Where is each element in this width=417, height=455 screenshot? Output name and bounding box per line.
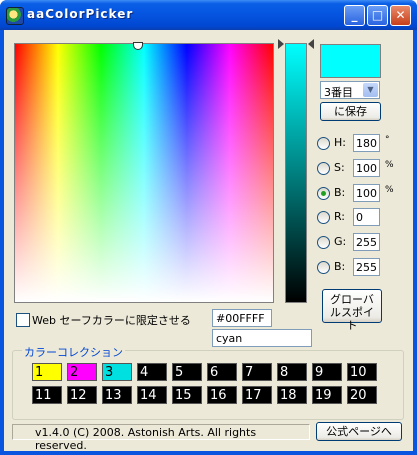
status-bar: v1.4.0 (C) 2008. Astonish Arts. All righ… bbox=[12, 424, 310, 452]
collection-slot[interactable]: 19 bbox=[312, 386, 342, 404]
collection-slot[interactable]: 13 bbox=[102, 386, 132, 404]
collection-slot[interactable]: 6 bbox=[207, 363, 237, 381]
collection-slot[interactable]: 20 bbox=[347, 386, 377, 404]
chevron-down-icon[interactable]: ▼ bbox=[363, 83, 378, 97]
maximize-icon: □ bbox=[371, 8, 384, 22]
client-area: 3番目 ▼ に保存 H: 180 ° S: 100% B: 100% R: 0 G: 255 B: 2… bbox=[4, 30, 413, 452]
rgb-label: G: bbox=[334, 235, 347, 248]
hex-input[interactable]: #00FFFF bbox=[212, 309, 272, 327]
global-eyedropper-button[interactable]: グローバルスポイト bbox=[322, 289, 382, 332]
hsb-input[interactable]: 100 bbox=[353, 184, 380, 202]
minimize-button[interactable]: _ bbox=[344, 5, 365, 26]
rgb-label: R: bbox=[334, 210, 346, 223]
rgb-input[interactable]: 0 bbox=[353, 208, 380, 226]
app-window: aaColorPicker _ □ ✕ 3番目 ▼ に保存 H: 180 ° S: 10… bbox=[0, 0, 417, 455]
hsb-unit: % bbox=[385, 160, 394, 170]
hsb-radio[interactable] bbox=[317, 162, 330, 175]
collection-slot[interactable]: 9 bbox=[312, 363, 342, 381]
current-color-swatch bbox=[320, 44, 381, 78]
hsb-label: S: bbox=[334, 161, 345, 174]
collection-slot[interactable]: 10 bbox=[347, 363, 377, 381]
collection-slot[interactable]: 12 bbox=[67, 386, 97, 404]
rgb-radio[interactable] bbox=[317, 236, 330, 249]
collection-slot[interactable]: 4 bbox=[137, 363, 167, 381]
collection-slot[interactable]: 8 bbox=[277, 363, 307, 381]
minimize-icon: _ bbox=[351, 8, 358, 22]
hsb-radio[interactable] bbox=[317, 187, 330, 200]
homepage-button[interactable]: 公式ページへ bbox=[316, 422, 402, 441]
rgb-radio[interactable] bbox=[317, 211, 330, 224]
color-collection-group bbox=[12, 350, 404, 420]
save-preset-button[interactable]: に保存 bbox=[320, 102, 381, 121]
collection-slot[interactable]: 11 bbox=[32, 386, 62, 404]
collection-slot[interactable]: 7 bbox=[242, 363, 272, 381]
collection-slot[interactable]: 17 bbox=[242, 386, 272, 404]
copyright-text: v1.4.0 (C) 2008. Astonish Arts. All righ… bbox=[35, 426, 257, 452]
hsb-input[interactable]: 180 bbox=[353, 134, 380, 152]
close-button[interactable]: ✕ bbox=[390, 5, 411, 26]
hsb-unit: % bbox=[385, 185, 394, 195]
web-safe-checkbox[interactable] bbox=[16, 313, 30, 327]
rgb-input[interactable]: 255 bbox=[353, 258, 380, 276]
collection-slot[interactable]: 14 bbox=[137, 386, 167, 404]
color-name-input[interactable]: cyan bbox=[212, 329, 312, 347]
title-bar[interactable]: aaColorPicker _ □ ✕ bbox=[0, 0, 417, 30]
slider-arrow-right-icon[interactable] bbox=[308, 39, 314, 49]
collection-slot[interactable]: 16 bbox=[207, 386, 237, 404]
brightness-slider[interactable] bbox=[285, 43, 307, 303]
hsb-radio[interactable] bbox=[317, 137, 330, 150]
hsb-unit: ° bbox=[385, 135, 390, 145]
collection-slot[interactable]: 15 bbox=[172, 386, 202, 404]
maximize-button[interactable]: □ bbox=[367, 5, 388, 26]
color-collection-label: カラーコレクション bbox=[22, 344, 125, 360]
hsb-label: B: bbox=[334, 186, 346, 199]
web-safe-label: Web セーフカラーに限定させる bbox=[32, 314, 191, 327]
color-field[interactable] bbox=[14, 43, 274, 303]
collection-slot[interactable]: 1 bbox=[32, 363, 62, 381]
rgb-input[interactable]: 255 bbox=[353, 233, 380, 251]
collection-slot[interactable]: 3 bbox=[102, 363, 132, 381]
collection-slot[interactable]: 18 bbox=[277, 386, 307, 404]
preset-select[interactable]: 3番目 ▼ bbox=[320, 81, 380, 99]
collection-slot[interactable]: 2 bbox=[67, 363, 97, 381]
collection-slot[interactable]: 5 bbox=[172, 363, 202, 381]
slider-arrow-left-icon[interactable] bbox=[278, 39, 284, 49]
rgb-radio[interactable] bbox=[317, 261, 330, 274]
global-eyedropper-label: グローバルスポイト bbox=[330, 293, 374, 332]
window-title: aaColorPicker bbox=[27, 7, 134, 21]
hsb-input[interactable]: 100 bbox=[353, 159, 380, 177]
hsb-label: H: bbox=[334, 136, 346, 149]
close-icon: ✕ bbox=[395, 8, 406, 22]
rgb-label: B: bbox=[334, 260, 346, 273]
preset-select-value: 3番目 bbox=[324, 86, 353, 99]
app-icon[interactable] bbox=[6, 7, 24, 25]
